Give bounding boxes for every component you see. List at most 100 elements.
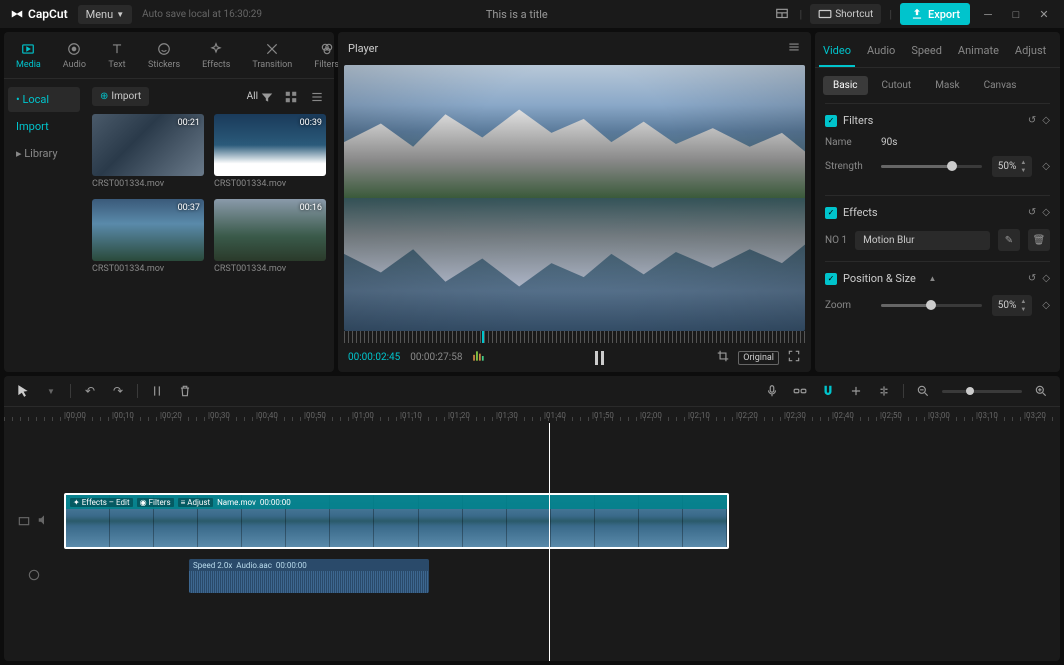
tab-animate[interactable]: Animate <box>954 40 1003 67</box>
levels-icon[interactable] <box>472 349 486 366</box>
tab-transition[interactable]: Transition <box>248 38 296 72</box>
player-menu-icon[interactable] <box>787 40 801 57</box>
audio-track: Speed 2.0x Audio.aac 00:00:00 <box>4 559 1060 593</box>
link-icon[interactable] <box>791 382 809 400</box>
edit-effect-icon[interactable]: ✎ <box>998 229 1020 251</box>
sidebar-local[interactable]: • Local <box>8 87 80 112</box>
tab-text[interactable]: Text <box>104 38 130 72</box>
view-grid-icon[interactable] <box>282 90 300 104</box>
split-icon[interactable] <box>148 382 166 400</box>
filter-all[interactable]: All <box>247 90 274 104</box>
current-time: 00:00:02:45 <box>348 352 400 363</box>
clip-effects-badge[interactable]: ✦ Effects – Edit <box>70 498 133 507</box>
effects-checkbox[interactable]: ✓ <box>825 207 837 219</box>
keyframe-icon[interactable]: ◇ <box>1042 273 1050 284</box>
sidebar-import[interactable]: Import <box>8 114 80 139</box>
select-dropdown[interactable]: ▼ <box>42 382 60 400</box>
subtab-canvas[interactable]: Canvas <box>974 76 1027 95</box>
strength-value[interactable]: 50%▲▼ <box>992 156 1033 177</box>
media-icon <box>19 40 37 58</box>
section-filters: ✓ Filters ↺◇ Name90s Strength 50%▲▼ ◇ <box>825 103 1050 195</box>
zoom-slider[interactable] <box>881 304 982 307</box>
tab-media[interactable]: Media <box>12 38 45 72</box>
align-icon[interactable] <box>875 382 893 400</box>
filters-checkbox[interactable]: ✓ <box>825 115 837 127</box>
titlebar: CapCut Menu ▼ Auto save local at 16:30:2… <box>0 0 1064 28</box>
redo-icon[interactable]: ↷ <box>109 382 127 400</box>
subtab-mask[interactable]: Mask <box>925 76 969 95</box>
keyframe-icon[interactable]: ◇ <box>1042 115 1050 126</box>
track-mute-icon[interactable] <box>37 513 51 530</box>
filter-name-value: 90s <box>881 137 897 148</box>
reset-icon[interactable]: ↺ <box>1028 207 1036 218</box>
tab-effects[interactable]: Effects <box>198 38 234 72</box>
playhead[interactable] <box>549 423 550 661</box>
video-clip[interactable]: ✦ Effects – Edit ◉ Filters ≡ Adjust Name… <box>64 493 729 549</box>
player-viewport[interactable] <box>344 65 805 331</box>
zoom-value[interactable]: 50%▲▼ <box>992 295 1033 316</box>
clip-filters-badge[interactable]: ◉ Filters <box>137 498 174 507</box>
media-item[interactable]: 00:16CRST001334.mov <box>214 199 326 274</box>
zoom-out-icon[interactable] <box>914 382 932 400</box>
clip-adjust-badge[interactable]: ≡ Adjust <box>178 498 213 507</box>
name-label: Name <box>825 137 871 148</box>
keyframe-icon[interactable]: ◇ <box>1042 161 1050 172</box>
text-icon <box>108 40 126 58</box>
media-item[interactable]: 00:21CRST001334.mov <box>92 114 204 189</box>
select-tool-icon[interactable] <box>14 382 32 400</box>
media-item[interactable]: 00:37CRST001334.mov <box>92 199 204 274</box>
video-track: ✦ Effects – Edit ◉ Filters ≡ Adjust Name… <box>4 493 1060 549</box>
expand-icon[interactable]: ▲ <box>929 274 937 283</box>
audio-clip[interactable]: Speed 2.0x Audio.aac 00:00:00 <box>189 559 429 593</box>
app-name: CapCut <box>28 7 68 21</box>
filters-icon <box>318 40 336 58</box>
export-button[interactable]: Export <box>900 3 970 25</box>
tab-video[interactable]: Video <box>819 40 855 67</box>
crop-icon[interactable] <box>716 349 730 366</box>
project-title[interactable]: This is a title <box>272 8 762 21</box>
view-list-icon[interactable] <box>308 90 326 104</box>
keyframe-icon[interactable]: ◇ <box>1042 300 1050 311</box>
total-time: 00:00:27:58 <box>410 352 462 363</box>
maximize-button[interactable]: □ <box>1006 4 1026 24</box>
effects-title: Effects <box>843 206 1022 219</box>
keyframe-icon[interactable]: ◇ <box>1042 207 1050 218</box>
reset-icon[interactable]: ↺ <box>1028 115 1036 126</box>
track-lock-icon[interactable] <box>17 513 31 530</box>
import-button[interactable]: ⊕ Import <box>92 87 149 106</box>
sidebar-library[interactable]: ▸ Library <box>8 141 80 166</box>
timeline-zoom-slider[interactable] <box>942 390 1022 393</box>
media-panel: Media Audio Text Stickers Effects Transi… <box>4 32 334 372</box>
reset-icon[interactable]: ↺ <box>1028 273 1036 284</box>
tab-speed[interactable]: Speed <box>907 40 946 67</box>
media-item[interactable]: 00:39CRST001334.mov <box>214 114 326 189</box>
subtab-cutout[interactable]: Cutout <box>872 76 922 95</box>
magnet-icon[interactable] <box>819 382 837 400</box>
player-scrubber[interactable] <box>344 331 805 343</box>
timeline-tracks: ✦ Effects – Edit ◉ Filters ≡ Adjust Name… <box>4 423 1060 661</box>
layout-icon[interactable] <box>772 4 792 24</box>
close-button[interactable]: ✕ <box>1034 4 1054 24</box>
subtab-basic[interactable]: Basic <box>823 76 868 95</box>
shortcut-button[interactable]: Shortcut <box>810 4 881 24</box>
tab-audio[interactable]: Audio <box>863 40 899 67</box>
zoom-in-icon[interactable] <box>1032 382 1050 400</box>
delete-effect-icon[interactable]: 🗑 <box>1028 229 1050 251</box>
tab-audio[interactable]: Audio <box>59 38 90 72</box>
fullscreen-icon[interactable] <box>787 349 801 366</box>
timeline-ruler[interactable]: |00:00|00:10|00:20|00:30|00:40|00:50|01:… <box>4 407 1060 423</box>
tab-stickers[interactable]: Stickers <box>144 38 184 72</box>
minimize-button[interactable]: ─ <box>978 4 998 24</box>
tab-adjust[interactable]: Adjust <box>1011 40 1050 67</box>
delete-icon[interactable] <box>176 382 194 400</box>
strength-slider[interactable] <box>881 165 982 168</box>
pause-button[interactable] <box>595 351 607 365</box>
audio-track-icon[interactable] <box>27 568 41 585</box>
menu-button[interactable]: Menu ▼ <box>78 5 133 24</box>
position-checkbox[interactable]: ✓ <box>825 273 837 285</box>
undo-icon[interactable]: ↶ <box>81 382 99 400</box>
clip-name: Name.mov <box>217 498 256 507</box>
mic-icon[interactable] <box>763 382 781 400</box>
snap-icon[interactable] <box>847 382 865 400</box>
aspect-original[interactable]: Original <box>738 351 779 365</box>
